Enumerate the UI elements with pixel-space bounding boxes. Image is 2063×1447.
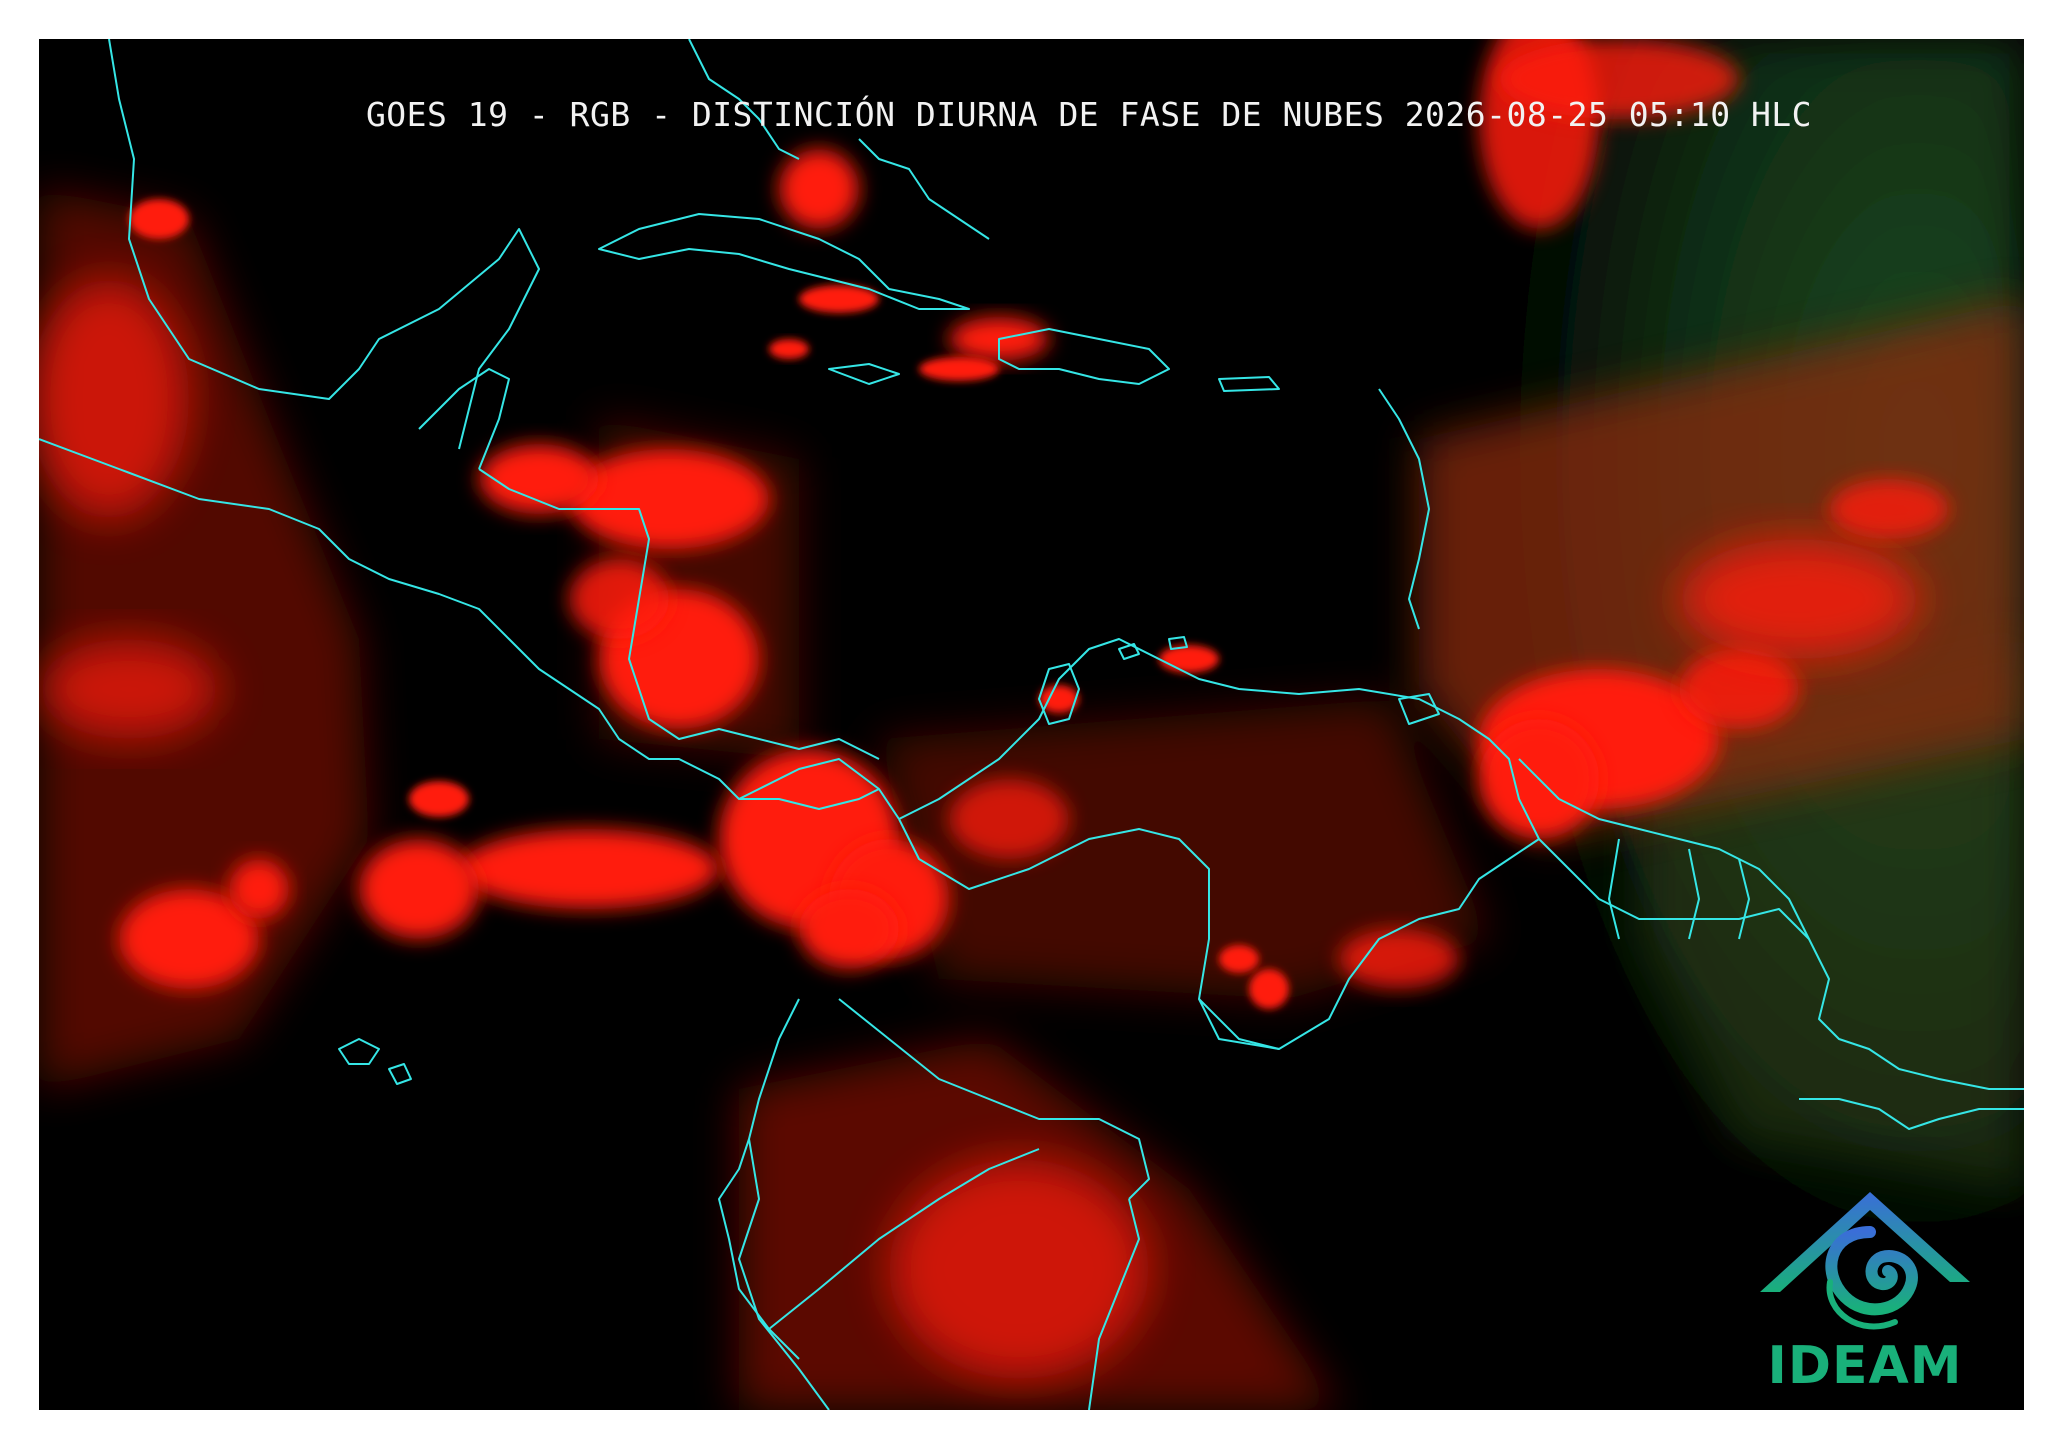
satellite-image-frame: GOES 19 - RGB - DISTINCIÓN DIURNA DE FAS… bbox=[39, 39, 2024, 1410]
satellite-map bbox=[39, 39, 2024, 1410]
ideam-mountain-spiral-icon bbox=[1760, 1192, 1970, 1330]
ideam-logo: IDEAM bbox=[1750, 1172, 1980, 1402]
map-title: GOES 19 - RGB - DISTINCIÓN DIURNA DE FAS… bbox=[365, 94, 1813, 134]
map-title-bar: GOES 19 - RGB - DISTINCIÓN DIURNA DE FAS… bbox=[339, 79, 1839, 149]
ideam-logo-text: IDEAM bbox=[1767, 1336, 1963, 1396]
